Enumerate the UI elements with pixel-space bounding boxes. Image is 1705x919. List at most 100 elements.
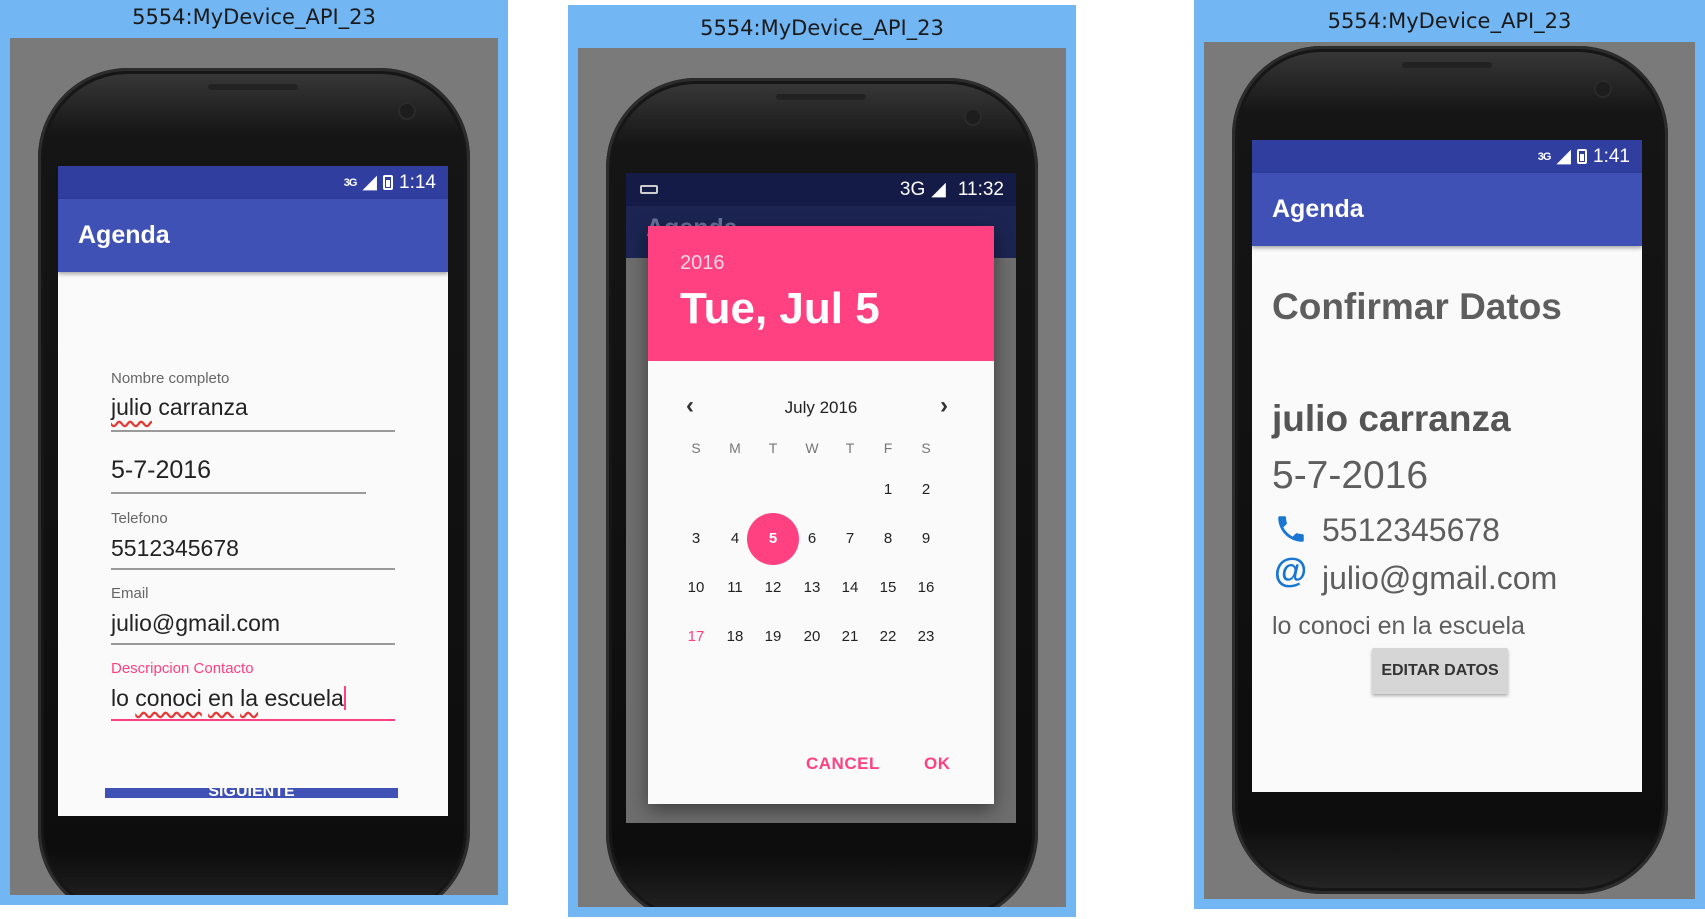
status-bar: 3G ◢ 1:41	[1252, 140, 1642, 173]
weekday-label: M	[729, 440, 741, 456]
calendar-day[interactable]: 21	[830, 617, 870, 657]
next-button[interactable]: SIGUIENTE	[105, 788, 398, 798]
calendar-day[interactable]: 13	[792, 568, 832, 608]
email-underline	[111, 643, 395, 645]
phone-frame: 3G ◢ 1:41 Agenda Confirmar Datos julio c…	[1232, 46, 1668, 894]
status-bar: 3G ◢ 1:14	[58, 166, 448, 199]
calendar-day[interactable]: 3	[676, 519, 716, 559]
desc-word: en	[208, 685, 234, 711]
app-title: Agenda	[1272, 195, 1364, 223]
calendar-day[interactable]: 1	[868, 470, 908, 510]
date-picker-header: 2016 Tue, Jul 5	[648, 226, 994, 361]
signal-icon: ◢	[362, 172, 378, 193]
calendar-day[interactable]: 12	[753, 568, 793, 608]
calendar-day[interactable]: 14	[830, 568, 870, 608]
calendar-day[interactable]: 19	[753, 617, 793, 657]
desc-word: escuela	[264, 685, 344, 711]
emulator-title: 5554:MyDevice_API_23	[700, 16, 944, 40]
contact-phone: 5512345678	[1322, 512, 1500, 548]
phone-frame: 3G ◢ 1:14 Agenda Nombre completo julio c…	[38, 68, 470, 895]
emulator-window-1: 5554:MyDevice_API_23 3G ◢ 1:14 Agenda No…	[0, 0, 508, 905]
calendar-day[interactable]: 18	[715, 617, 755, 657]
emulator-title: 5554:MyDevice_API_23	[1327, 9, 1572, 33]
at-sign-icon: @	[1274, 552, 1308, 590]
cancel-button[interactable]: CANCEL	[806, 754, 880, 774]
edit-data-button[interactable]: EDITAR DATOS	[1372, 648, 1508, 694]
phone-camera	[1596, 82, 1610, 96]
calendar-day[interactable]: 8	[868, 519, 908, 559]
calendar-day[interactable]: 6	[792, 519, 832, 559]
status-bar: 3G ◢ 11:32	[626, 173, 1016, 206]
next-button-label: SIGUIENTE	[208, 788, 295, 798]
battery-icon	[383, 175, 394, 190]
signal-icon: ◢	[1556, 146, 1572, 167]
keyboard-icon	[640, 185, 658, 194]
calendar-day[interactable]: 15	[868, 568, 908, 608]
text-cursor	[343, 686, 346, 710]
weekday-label: S	[691, 440, 701, 456]
status-time: 11:32	[957, 178, 1004, 200]
app-bar: Agenda	[58, 199, 448, 272]
phone-label: Telefono	[111, 510, 168, 527]
emulator-viewport: 3G ◢ 1:14 Agenda Nombre completo julio c…	[10, 38, 498, 895]
name-underline	[111, 430, 395, 432]
date-input[interactable]: 5-7-2016	[111, 456, 211, 485]
emulator-viewport: 3G ◢ 1:41 Agenda Confirmar Datos julio c…	[1204, 42, 1695, 899]
battery-icon	[1577, 149, 1588, 164]
email-label: Email	[111, 585, 149, 602]
calendar-day[interactable]: 10	[676, 568, 716, 608]
emulator-window-3: 5554:MyDevice_API_23 3G ◢ 1:41 Agenda Co…	[1194, 0, 1705, 909]
contact-email: julio@gmail.com	[1322, 560, 1558, 596]
status-time: 1:41	[1593, 145, 1630, 167]
desc-word: lo	[111, 685, 129, 711]
app-bar: Agenda	[1252, 173, 1642, 246]
emulator-title: 5554:MyDevice_API_23	[132, 5, 376, 29]
chevron-right-icon[interactable]: ›	[940, 392, 948, 420]
calendar-day[interactable]: 23	[906, 617, 946, 657]
phone-speaker	[208, 84, 298, 90]
status-time: 1:14	[399, 171, 436, 193]
calendar-day[interactable]: 22	[868, 617, 908, 657]
weekday-label: T	[845, 440, 855, 456]
ok-button[interactable]: OK	[924, 754, 951, 774]
desc-underline	[111, 719, 395, 721]
name-label: Nombre completo	[111, 370, 230, 387]
phone-screen: 3G ◢ 11:32 Agenda 2016 Tue, Jul 5 ‹ July…	[626, 173, 1016, 823]
phone-input[interactable]: 5512345678	[111, 535, 239, 562]
header-date[interactable]: Tue, Jul 5	[680, 284, 880, 334]
confirm-title: Confirmar Datos	[1272, 286, 1562, 327]
phone-screen: 3G ◢ 1:41 Agenda Confirmar Datos julio c…	[1252, 140, 1642, 792]
contact-name: julio carranza	[1272, 398, 1511, 439]
phone-frame: 3G ◢ 11:32 Agenda 2016 Tue, Jul 5 ‹ July…	[606, 78, 1038, 907]
calendar-day[interactable]: 11	[715, 568, 755, 608]
network-icon: 3G	[899, 178, 926, 200]
network-icon: 3G	[1537, 150, 1552, 163]
calendar-day[interactable]: 9	[906, 519, 946, 559]
date-underline	[111, 492, 366, 494]
phone-underline	[111, 568, 395, 570]
date-picker-dialog: 2016 Tue, Jul 5 ‹ July 2016 › SMTWTFS 12…	[648, 226, 994, 804]
signal-icon: ◢	[931, 179, 946, 200]
phone-camera	[966, 110, 980, 124]
weekday-label: W	[805, 440, 819, 456]
contact-description: lo conoci en la escuela	[1272, 612, 1525, 640]
phone-speaker	[1402, 62, 1492, 68]
weekday-label: F	[883, 440, 893, 456]
calendar-day[interactable]: 20	[792, 617, 832, 657]
desc-input[interactable]: lo conoci en la escuela	[111, 685, 346, 712]
desc-label: Descripcion Contacto	[111, 660, 254, 677]
calendar-day[interactable]: 7	[830, 519, 870, 559]
name-rest: carranza	[158, 394, 248, 420]
name-input[interactable]: julio carranza	[111, 394, 248, 421]
header-year[interactable]: 2016	[680, 252, 725, 275]
emulator-viewport: 3G ◢ 11:32 Agenda 2016 Tue, Jul 5 ‹ July…	[578, 48, 1066, 907]
calendar-day[interactable]: 2	[906, 470, 946, 510]
weekday-label: T	[768, 440, 778, 456]
emulator-window-2: 5554:MyDevice_API_23 3G ◢ 11:32 Agenda	[568, 5, 1076, 917]
phone-screen: 3G ◢ 1:14 Agenda Nombre completo julio c…	[58, 166, 448, 816]
phone-icon	[1278, 516, 1304, 542]
calendar-day[interactable]: 17	[676, 617, 716, 657]
phone-camera	[400, 104, 414, 118]
email-input[interactable]: julio@gmail.com	[111, 610, 280, 637]
calendar-day[interactable]: 16	[906, 568, 946, 608]
